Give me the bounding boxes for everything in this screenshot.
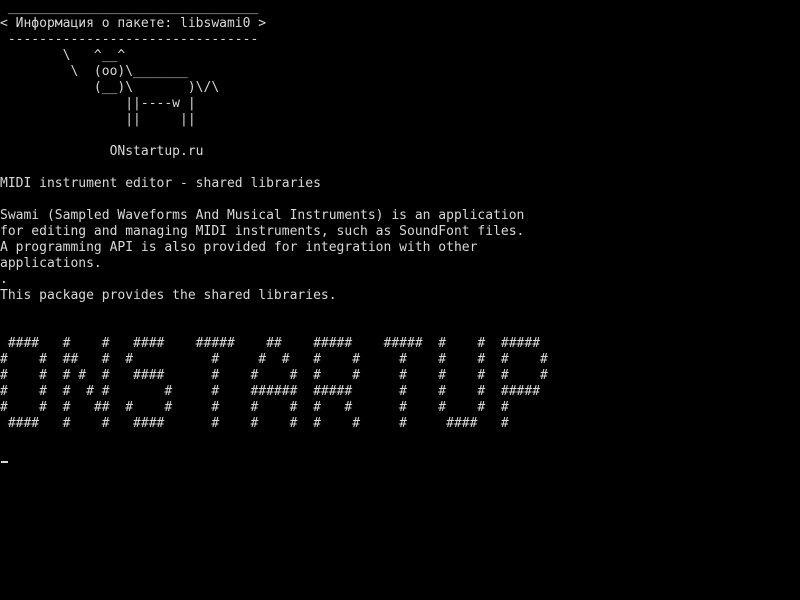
banner-line: #### # # #### ##### ## ##### ##### # # #… <box>0 336 541 351</box>
cow-art-line: || || <box>0 112 196 127</box>
banner-line: # # # ## # # # # # # # # # # # <box>0 400 509 415</box>
description-line: for editing and managing MIDI instrument… <box>0 224 525 239</box>
banner-line: # # # # # #### # # # # # # # # # # <box>0 368 548 383</box>
description-line: Swami (Sampled Waveforms And Musical Ins… <box>0 208 525 223</box>
banner-line: # # # # # # # ###### ##### # # # ##### <box>0 384 541 399</box>
cow-art-line: \ (oo)\_______ <box>0 64 188 79</box>
terminal-screen[interactable]: ________________________________ < Инфор… <box>0 0 800 600</box>
text-cursor <box>1 461 8 463</box>
cowsay-message: < Информация о пакете: libswami0 > <box>0 16 267 31</box>
cowsay-border-bottom: -------------------------------- <box>0 32 259 47</box>
cow-art-line: \ ^__^ <box>0 48 126 63</box>
banner-line: # # ## # # # # # # # # # # # # <box>0 352 548 367</box>
banner-line: #### # # #### # # # # # # #### # <box>0 416 509 431</box>
cowsay-border-top: ________________________________ <box>0 0 259 15</box>
description-line: applications. <box>0 256 102 271</box>
site-name: ONstartup.ru <box>0 144 204 159</box>
description-line: This package provides the shared librari… <box>0 288 337 303</box>
package-title: MIDI instrument editor - shared librarie… <box>0 176 321 191</box>
description-line: . <box>0 272 8 287</box>
description-line: A programming API is also provided for i… <box>0 240 478 255</box>
cow-art-line: (__)\ )\/\ <box>0 80 220 95</box>
cow-art-line: ||----w | <box>0 96 196 111</box>
